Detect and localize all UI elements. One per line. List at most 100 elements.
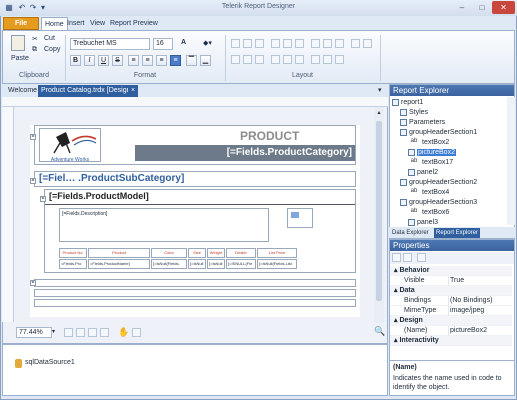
zoom-dropdown-icon[interactable]: ▾: [52, 327, 60, 338]
align-tops-icon[interactable]: [271, 39, 280, 48]
product-model-textbox[interactable]: [=Fields.ProductModel]: [49, 191, 149, 201]
product-table[interactable]: Product No. Product Color Size Weight Dealer L…: [59, 248, 351, 270]
property-value[interactable]: True: [450, 276, 464, 286]
tree-item[interactable]: ab textBox6: [390, 208, 450, 218]
table-cell[interactable]: =Fields.Pro: [59, 259, 87, 269]
tab-report-preview[interactable]: Report Preview: [107, 17, 161, 30]
table-cell[interactable]: [=IsNull(Fields.List: [257, 259, 297, 269]
pan-hand-icon[interactable]: ✋: [118, 327, 129, 338]
snap-grid-icon[interactable]: [64, 328, 73, 337]
center-vertically-icon[interactable]: [335, 55, 344, 64]
vertical-scrollbar[interactable]: ▴: [374, 107, 384, 323]
cut-icon[interactable]: ✂: [32, 35, 38, 43]
group-header-model-band[interactable]: [=Fields.ProductModel] [=Fields.Descript…: [44, 189, 356, 273]
table-header-cell[interactable]: Product: [88, 248, 150, 258]
copy-button[interactable]: Copy: [44, 46, 60, 53]
zoom-select[interactable]: 77.44%: [16, 327, 52, 338]
maximize-button[interactable]: □: [472, 1, 492, 14]
align-bottoms-icon[interactable]: [295, 39, 304, 48]
tab-insert[interactable]: Insert: [64, 17, 88, 30]
tab-file[interactable]: File: [3, 17, 39, 30]
send-back-icon[interactable]: [363, 39, 372, 48]
property-category[interactable]: ▴ Design: [390, 316, 512, 326]
band-collapse-icon[interactable]: =: [30, 280, 36, 286]
copy-icon[interactable]: ⧉: [32, 46, 37, 54]
table-cell[interactable]: =Fields.ProductName]: [88, 259, 150, 269]
group-footer-band[interactable]: [34, 279, 356, 287]
tab-product-catalog[interactable]: Product Catalog.trdx [Design]: [38, 85, 136, 97]
property-pages-icon[interactable]: [417, 253, 426, 262]
table-header-cell[interactable]: List Price: [257, 248, 297, 258]
group-header-subcategory-band[interactable]: [=Fiel… .ProductSubCategory]: [34, 171, 356, 187]
align-right-icon[interactable]: ≡: [156, 55, 167, 66]
hspace-equal-icon[interactable]: [231, 55, 240, 64]
table-header-cell[interactable]: Dealer: [226, 248, 256, 258]
table-header-cell[interactable]: Product No.: [59, 248, 87, 258]
size-height-icon[interactable]: [323, 39, 332, 48]
tree-item[interactable]: report1: [390, 98, 423, 108]
band-collapse-icon[interactable]: =: [30, 178, 36, 184]
property-row[interactable]: Visible True: [390, 276, 512, 286]
align-grid-icon[interactable]: [311, 55, 320, 64]
zoom-search-icon[interactable]: 🔍: [374, 326, 385, 336]
tree-item[interactable]: pictureBox2: [390, 148, 456, 158]
font-size-select[interactable]: 16: [153, 38, 173, 50]
align-left-icon[interactable]: ≡: [128, 55, 139, 66]
paste-button[interactable]: Paste: [11, 55, 29, 62]
tree-item[interactable]: groupHeaderSection1: [390, 128, 477, 138]
table-cell[interactable]: [=IsNull: [188, 259, 206, 269]
preview-icon[interactable]: [132, 328, 141, 337]
vspace-equal-icon[interactable]: [271, 55, 280, 64]
tree-item[interactable]: ab textBox2: [390, 138, 450, 148]
tab-view[interactable]: View: [87, 17, 108, 30]
page-footer-band[interactable]: [34, 299, 356, 307]
band-collapse-icon[interactable]: =: [40, 196, 46, 202]
scroll-up-icon[interactable]: ▴: [375, 109, 383, 117]
strikethrough-button[interactable]: S: [112, 55, 123, 66]
hspace-decrease-icon[interactable]: [255, 55, 264, 64]
sql-datasource-item[interactable]: sqlDataSource1: [25, 359, 75, 366]
explorer-scrollbar[interactable]: [507, 97, 515, 225]
vspace-decrease-icon[interactable]: [295, 55, 304, 64]
property-row[interactable]: MimeType image/jpeg: [390, 306, 512, 316]
dimensions-icon[interactable]: [88, 328, 97, 337]
categorized-icon[interactable]: [392, 253, 401, 262]
tree-item[interactable]: ab textBox4: [390, 188, 450, 198]
tree-item[interactable]: groupHeaderSection3: [390, 198, 477, 208]
property-value[interactable]: (No Bindings): [450, 296, 492, 306]
align-centers-icon[interactable]: [243, 39, 252, 48]
table-header-cell[interactable]: Color: [151, 248, 187, 258]
property-category[interactable]: ▴ Data: [390, 286, 512, 296]
bring-front-icon[interactable]: [351, 39, 360, 48]
property-category[interactable]: ▴ Interactivity: [390, 336, 512, 346]
table-cell[interactable]: [=IsNull: [207, 259, 225, 269]
cut-button[interactable]: Cut: [44, 35, 55, 42]
paste-icon[interactable]: [11, 35, 25, 51]
italic-button[interactable]: I: [84, 55, 95, 66]
tree-item[interactable]: ab textBox17: [390, 158, 453, 168]
align-center-icon[interactable]: ≡: [142, 55, 153, 66]
tab-report-explorer[interactable]: Report Explorer: [434, 228, 481, 238]
scroll-thumb[interactable]: [376, 121, 382, 301]
report-canvas[interactable]: Adventure Works PRODUCT CATALOG [=Fields…: [30, 125, 360, 317]
align-lefts-icon[interactable]: [231, 39, 240, 48]
property-row[interactable]: (Name) pictureBox2: [390, 326, 512, 336]
tree-item[interactable]: panel2: [390, 168, 438, 178]
underline-button[interactable]: U: [98, 55, 109, 66]
product-subcategory-textbox[interactable]: [=Fiel… .ProductSubCategory]: [39, 173, 184, 184]
property-value[interactable]: image/jpeg: [450, 306, 484, 316]
center-horizontally-icon[interactable]: [323, 55, 332, 64]
align-rights-icon[interactable]: [255, 39, 264, 48]
valign-bottom-icon[interactable]: ▁: [200, 55, 211, 66]
property-value[interactable]: pictureBox2: [450, 326, 487, 336]
show-grid-icon[interactable]: [76, 328, 85, 337]
page-header-band[interactable]: Adventure Works PRODUCT CATALOG [=Fields…: [34, 125, 356, 165]
align-justify-icon[interactable]: ≡: [170, 55, 181, 66]
band-collapse-icon[interactable]: =: [30, 134, 36, 140]
size-width-icon[interactable]: [311, 39, 320, 48]
snap-lines-icon[interactable]: [100, 328, 109, 337]
fill-color-icon[interactable]: ◆▾: [203, 39, 212, 47]
valign-top-icon[interactable]: ▔: [186, 55, 197, 66]
alphabetical-icon[interactable]: [403, 253, 412, 262]
property-category[interactable]: ▴ Behavior: [390, 266, 512, 276]
